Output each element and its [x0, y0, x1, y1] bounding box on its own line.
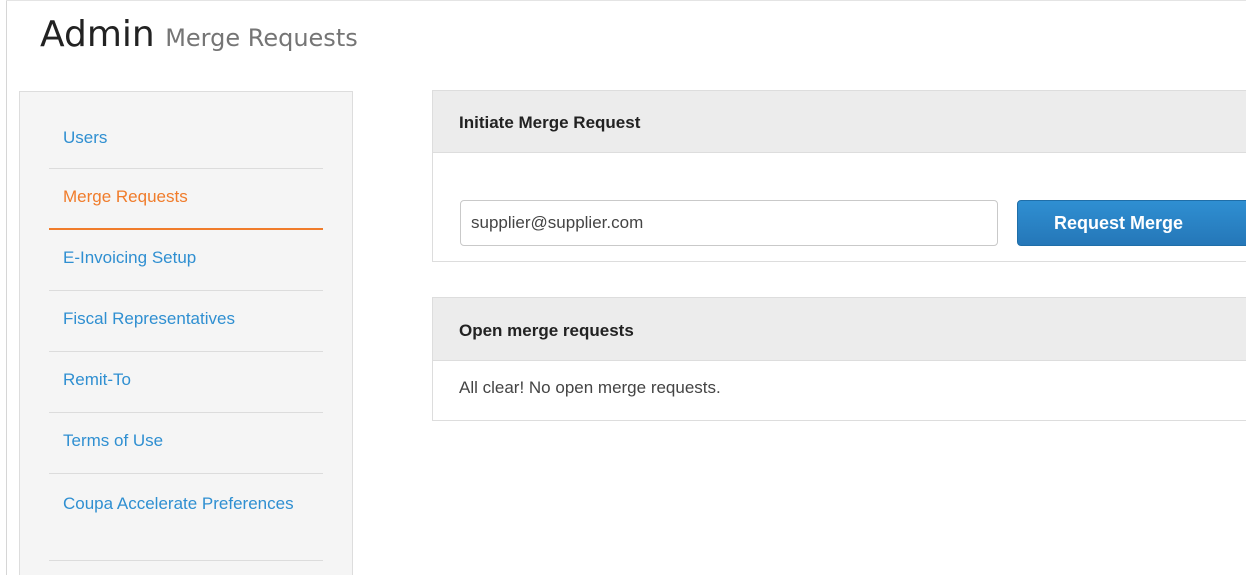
- request-merge-button[interactable]: Request Merge: [1017, 200, 1246, 246]
- initiate-merge-panel: Initiate Merge Request Request Merge: [432, 90, 1246, 262]
- initiate-merge-title: Initiate Merge Request: [433, 91, 1246, 153]
- sidebar-item-remit-to[interactable]: Remit-To: [49, 352, 323, 413]
- page-subtitle: Merge Requests: [165, 24, 358, 52]
- sidebar-item-fiscal-representatives[interactable]: Fiscal Representatives: [49, 291, 323, 352]
- open-merge-requests-panel: Open merge requests All clear! No open m…: [432, 297, 1246, 421]
- page-heading: Admin Merge Requests: [40, 14, 358, 55]
- page-title: Admin: [40, 14, 155, 55]
- admin-sidebar: Users Merge Requests E-Invoicing Setup F…: [19, 91, 353, 575]
- admin-page: Admin Merge Requests Users Merge Request…: [0, 0, 1246, 575]
- sidebar-item-merge-requests[interactable]: Merge Requests: [49, 169, 323, 230]
- sidebar-menu: Users Merge Requests E-Invoicing Setup F…: [20, 92, 352, 561]
- open-merge-requests-title: Open merge requests: [433, 298, 1246, 361]
- sidebar-item-terms-of-use[interactable]: Terms of Use: [49, 413, 323, 474]
- sidebar-item-users[interactable]: Users: [49, 110, 323, 169]
- supplier-email-input[interactable]: [460, 200, 998, 246]
- sidebar-item-e-invoicing-setup[interactable]: E-Invoicing Setup: [49, 230, 323, 291]
- no-open-requests-message: All clear! No open merge requests.: [459, 378, 721, 397]
- sidebar-item-coupa-accelerate-preferences[interactable]: Coupa Accelerate Preferences: [49, 474, 323, 561]
- page-left-border: [6, 0, 7, 575]
- page-top-border: [6, 0, 1246, 1]
